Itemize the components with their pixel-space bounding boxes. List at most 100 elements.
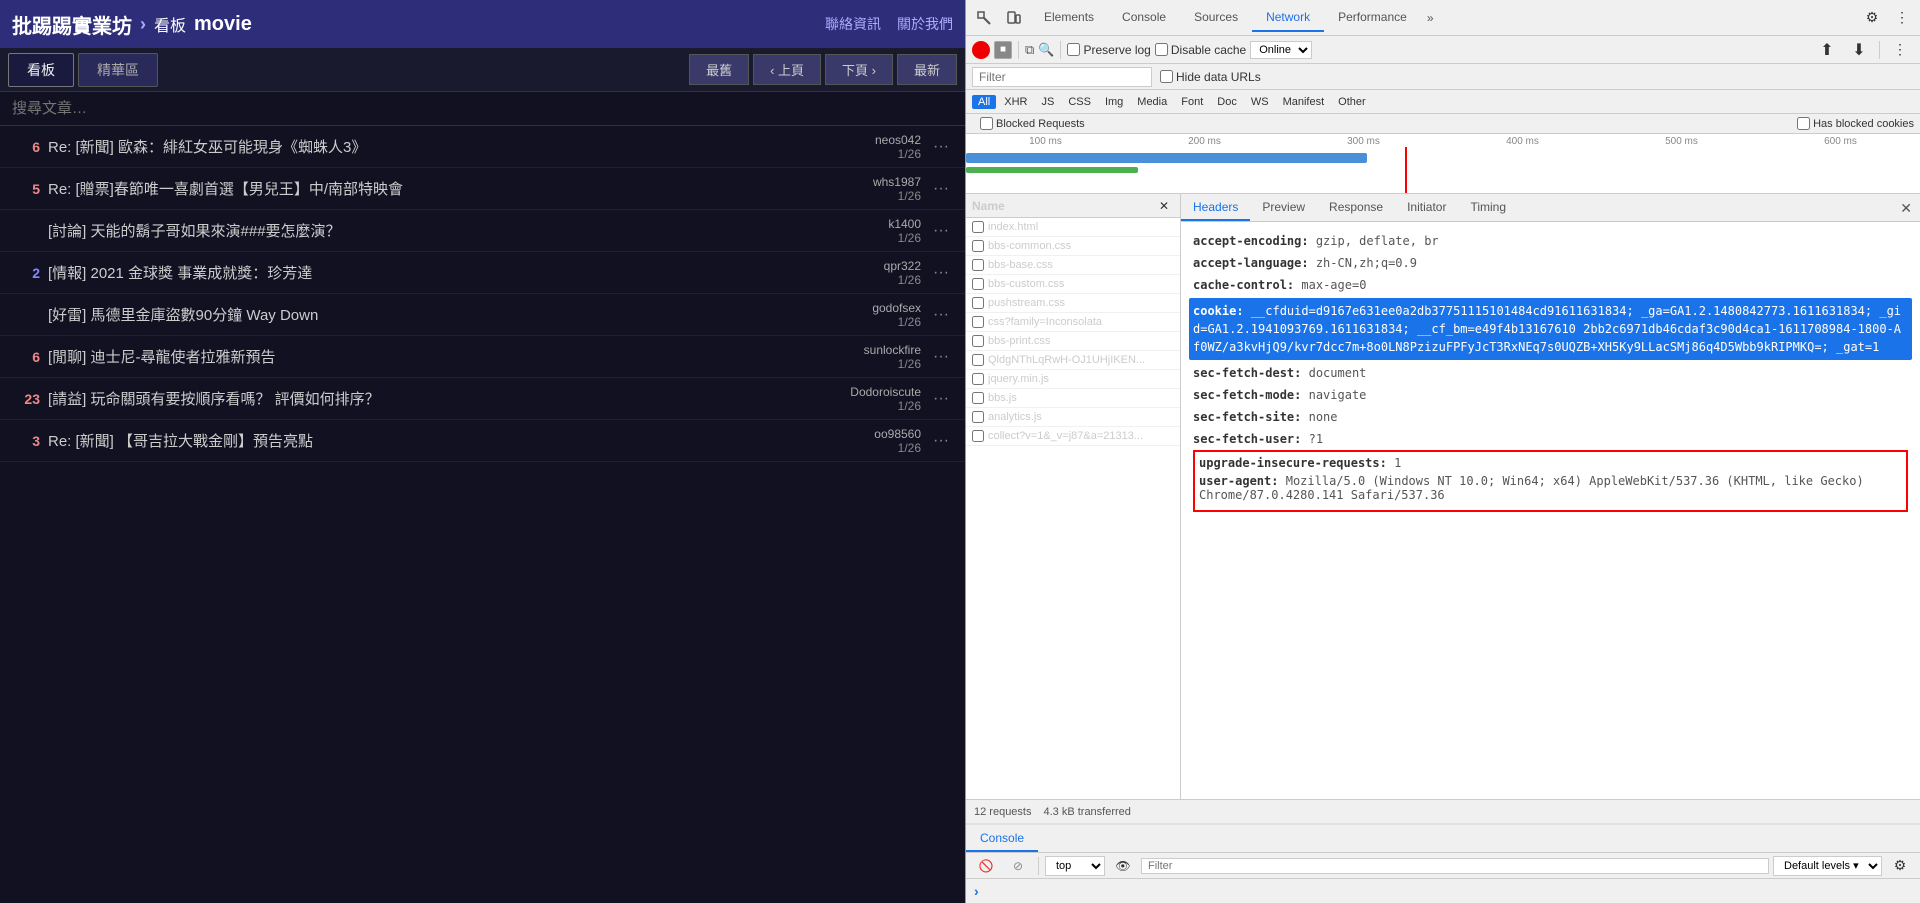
has-blocked-cookies-label[interactable]: Has blocked cookies bbox=[1797, 117, 1914, 130]
list-item[interactable]: 23[請益] 玩命關頭有要按順序看嗎？ 評價如何排序？Dodoroiscute1… bbox=[0, 378, 965, 420]
blocked-requests-checkbox[interactable] bbox=[980, 117, 993, 130]
post-title[interactable]: [情報] 2021 金球獎 事業成就獎：珍芳達 bbox=[48, 262, 833, 283]
list-item[interactable]: 5Re: [贈票]春節唯一喜劇首選【男兒王】中/南部特映會whs19871/26… bbox=[0, 168, 965, 210]
tab-sources[interactable]: Sources bbox=[1180, 4, 1252, 32]
console-context-select[interactable]: top bbox=[1045, 856, 1105, 876]
btn-next[interactable]: 下頁 › bbox=[825, 54, 893, 85]
htab-preview[interactable]: Preview bbox=[1250, 195, 1317, 221]
more-network-btn[interactable]: ⋮ bbox=[1886, 36, 1914, 64]
post-title[interactable]: Re: [新聞] 歐森：緋紅女巫可能現身《蜘蛛人3》 bbox=[48, 136, 833, 157]
close-file-panel-btn[interactable]: ✕ bbox=[1154, 196, 1174, 216]
online-select[interactable]: Online bbox=[1250, 41, 1312, 59]
tab-network[interactable]: Network bbox=[1252, 4, 1324, 32]
file-checkbox[interactable] bbox=[972, 392, 984, 404]
tab-highlights[interactable]: 精華區 bbox=[78, 53, 158, 87]
inspect-element-btn[interactable] bbox=[970, 4, 998, 32]
hide-data-urls-checkbox[interactable] bbox=[1160, 70, 1173, 83]
console-tab[interactable]: Console bbox=[966, 826, 1038, 852]
console-levels-select[interactable]: Default levels ▾ bbox=[1773, 856, 1882, 876]
file-checkbox[interactable] bbox=[972, 354, 984, 366]
file-list-item[interactable]: css?family=Inconsolata bbox=[966, 313, 1180, 332]
post-more-btn[interactable]: ··· bbox=[929, 222, 953, 240]
stop-btn[interactable]: ■ bbox=[994, 41, 1012, 59]
post-more-btn[interactable]: ··· bbox=[929, 432, 953, 450]
post-title[interactable]: [討論] 天能的鬍子哥如果來演###要怎麼演？ bbox=[48, 220, 833, 241]
file-list-item[interactable]: pushstream.css bbox=[966, 294, 1180, 313]
file-list-item[interactable]: bbs-base.css bbox=[966, 256, 1180, 275]
search-input[interactable] bbox=[12, 100, 953, 117]
file-checkbox[interactable] bbox=[972, 335, 984, 347]
file-checkbox[interactable] bbox=[972, 411, 984, 423]
file-checkbox[interactable] bbox=[972, 259, 984, 271]
preserve-log-checkbox[interactable] bbox=[1067, 43, 1080, 56]
type-filter-media[interactable]: Media bbox=[1131, 95, 1173, 109]
list-item[interactable]: 6Re: [新聞] 歐森：緋紅女巫可能現身《蜘蛛人3》neos0421/26··… bbox=[0, 126, 965, 168]
record-btn[interactable] bbox=[972, 41, 990, 59]
file-checkbox[interactable] bbox=[972, 430, 984, 442]
post-more-btn[interactable]: ··· bbox=[929, 138, 953, 156]
list-item[interactable]: 2[情報] 2021 金球獎 事業成就獎：珍芳達qpr3221/26··· bbox=[0, 252, 965, 294]
btn-prev[interactable]: ‹ 上頁 bbox=[753, 54, 821, 85]
file-checkbox[interactable] bbox=[972, 240, 984, 252]
file-list-item[interactable]: bbs-common.css bbox=[966, 237, 1180, 256]
file-list-item[interactable]: QldgNThLqRwH-OJ1UHjIKEN... bbox=[966, 351, 1180, 370]
file-checkbox[interactable] bbox=[972, 297, 984, 309]
post-more-btn[interactable]: ··· bbox=[929, 180, 953, 198]
htab-timing[interactable]: Timing bbox=[1458, 195, 1518, 221]
type-filter-all[interactable]: All bbox=[972, 95, 996, 109]
list-item[interactable]: 3Re: [新聞] 【哥吉拉大戰金剛】預告亮點oo985601/26··· bbox=[0, 420, 965, 462]
file-list-item[interactable]: index.html bbox=[966, 218, 1180, 237]
settings-btn[interactable]: ⚙ bbox=[1858, 4, 1886, 32]
btn-oldest[interactable]: 最舊 bbox=[689, 54, 749, 85]
type-filter-doc[interactable]: Doc bbox=[1211, 95, 1243, 109]
tab-console[interactable]: Console bbox=[1108, 4, 1180, 32]
console-eye-btn[interactable]: 👁 bbox=[1109, 852, 1137, 880]
file-list-item[interactable]: bbs-custom.css bbox=[966, 275, 1180, 294]
list-item[interactable]: 6[閒聊] 迪士尼-尋龍使者拉雅新預告sunlockfire1/26··· bbox=[0, 336, 965, 378]
file-list-item[interactable]: collect?v=1&_v=j87&a=21313... bbox=[966, 427, 1180, 446]
console-clear-btn[interactable]: 🚫 bbox=[972, 852, 1000, 880]
file-list-item[interactable]: analytics.js bbox=[966, 408, 1180, 427]
htab-response[interactable]: Response bbox=[1317, 195, 1395, 221]
search-icon[interactable]: 🔍 bbox=[1038, 42, 1054, 58]
type-filter-xhr[interactable]: XHR bbox=[998, 95, 1033, 109]
file-checkbox[interactable] bbox=[972, 373, 984, 385]
file-list-item[interactable]: bbs.js bbox=[966, 389, 1180, 408]
post-title[interactable]: [好雷] 馬德里金庫盜數90分鐘 Way Down bbox=[48, 304, 833, 325]
tab-board[interactable]: 看板 bbox=[8, 53, 74, 87]
close-headers-btn[interactable]: ✕ bbox=[1892, 196, 1920, 221]
tab-more[interactable]: » bbox=[1421, 6, 1440, 32]
console-filter-input[interactable] bbox=[1141, 858, 1769, 874]
export-btn[interactable]: ⬇ bbox=[1845, 36, 1873, 64]
type-filter-img[interactable]: Img bbox=[1099, 95, 1129, 109]
console-stop-btn[interactable]: ⊘ bbox=[1004, 852, 1032, 880]
about-link[interactable]: 關於我們 bbox=[897, 14, 953, 34]
file-checkbox[interactable] bbox=[972, 278, 984, 290]
tab-performance[interactable]: Performance bbox=[1324, 4, 1421, 32]
type-filter-manifest[interactable]: Manifest bbox=[1277, 95, 1331, 109]
hide-data-urls-label[interactable]: Hide data URLs bbox=[1160, 70, 1261, 84]
file-list-item[interactable]: jquery.min.js bbox=[966, 370, 1180, 389]
file-checkbox[interactable] bbox=[972, 221, 984, 233]
file-checkbox[interactable] bbox=[972, 316, 984, 328]
post-title[interactable]: [請益] 玩命關頭有要按順序看嗎？ 評價如何排序？ bbox=[48, 388, 833, 409]
type-filter-js[interactable]: JS bbox=[1035, 95, 1060, 109]
device-toggle-btn[interactable] bbox=[1000, 4, 1028, 32]
htab-initiator[interactable]: Initiator bbox=[1395, 195, 1458, 221]
tab-elements[interactable]: Elements bbox=[1030, 4, 1108, 32]
filter-input[interactable] bbox=[972, 67, 1152, 87]
type-filter-css[interactable]: CSS bbox=[1062, 95, 1097, 109]
console-input[interactable] bbox=[985, 884, 1912, 898]
post-title[interactable]: [閒聊] 迪士尼-尋龍使者拉雅新預告 bbox=[48, 346, 833, 367]
file-list-item[interactable]: bbs-print.css bbox=[966, 332, 1180, 351]
post-more-btn[interactable]: ··· bbox=[929, 264, 953, 282]
post-more-btn[interactable]: ··· bbox=[929, 390, 953, 408]
post-title[interactable]: Re: [新聞] 【哥吉拉大戰金剛】預告亮點 bbox=[48, 430, 833, 451]
post-title[interactable]: Re: [贈票]春節唯一喜劇首選【男兒王】中/南部特映會 bbox=[48, 178, 833, 199]
import-btn[interactable]: ⬆ bbox=[1813, 36, 1841, 64]
preserve-log-label[interactable]: Preserve log bbox=[1067, 43, 1150, 57]
contact-link[interactable]: 聯絡資訊 bbox=[825, 14, 881, 34]
type-filter-ws[interactable]: WS bbox=[1245, 95, 1275, 109]
type-filter-other[interactable]: Other bbox=[1332, 95, 1372, 109]
blocked-requests-label[interactable]: Blocked Requests bbox=[980, 117, 1085, 130]
